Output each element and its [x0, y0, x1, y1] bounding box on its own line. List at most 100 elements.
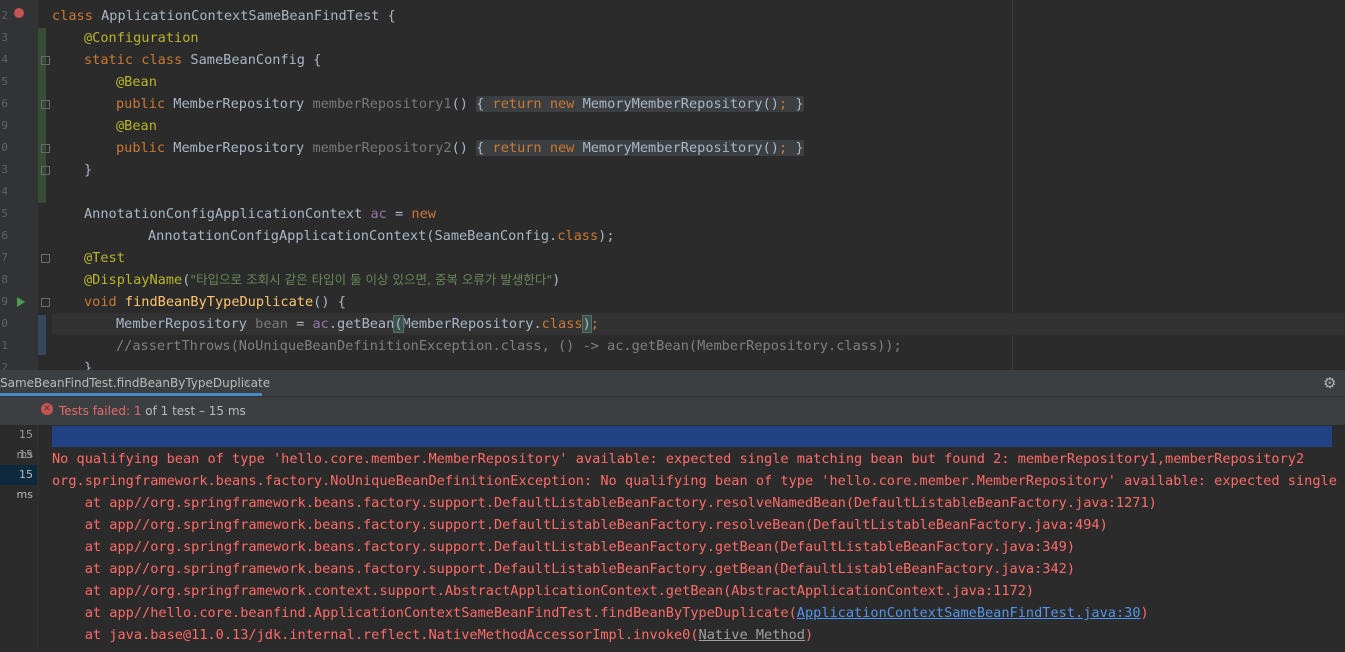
code-line[interactable]: void findBeanByTypeDuplicate() {: [84, 291, 346, 313]
code-text: =: [386, 206, 412, 222]
code-text: .getBean: [328, 316, 395, 332]
method-name: memberRepository1: [312, 96, 452, 112]
console-line: at app//org.springframework.beans.factor…: [52, 495, 1157, 511]
line-number: 3: [1, 31, 8, 44]
keyword: class: [52, 8, 102, 24]
keyword: new: [411, 206, 436, 222]
run-tool-window: SameBeanFindTest.findBeanByTypeDuplicate…: [0, 370, 1345, 652]
line-number: 5: [1, 207, 8, 220]
line-number: 3: [1, 163, 8, 176]
keyword: static: [84, 52, 142, 68]
source-link[interactable]: ApplicationContextSameBeanFindTest.java:…: [797, 605, 1141, 621]
code-line[interactable]: public MemberRepository memberRepository…: [116, 137, 804, 159]
code-line[interactable]: @DisplayName("타입으로 조회시 같은 타입이 둘 이상 있으면, …: [84, 269, 560, 291]
code-line[interactable]: }: [84, 159, 92, 181]
keyword: class: [541, 316, 583, 332]
stack-frame-text: ): [804, 627, 814, 643]
line-number: 9: [1, 295, 8, 308]
code-line[interactable]: @Bean: [116, 71, 157, 93]
vcs-change-marker-modified[interactable]: [38, 315, 46, 355]
stack-frame-text: ): [1140, 605, 1149, 621]
gear-icon[interactable]: ⚙: [1323, 375, 1336, 391]
breakpoint-run-icon[interactable]: [14, 8, 24, 18]
fold-icon[interactable]: [41, 100, 50, 109]
matched-bracket: (: [393, 315, 404, 333]
test-results-tree[interactable]: 15 ms 15 ms 15 ms: [0, 425, 38, 652]
test-tree-row-selected[interactable]: 15 ms: [0, 465, 37, 501]
keyword: new: [549, 140, 583, 156]
console-line: at app//org.springframework.beans.factor…: [52, 561, 1076, 577]
code-line[interactable]: static class SameBeanConfig {: [84, 49, 321, 71]
run-test-icon[interactable]: [17, 297, 25, 307]
line-number: 6: [1, 97, 8, 110]
fold-icon[interactable]: [41, 254, 50, 263]
test-tree-row[interactable]: 15 ms: [0, 425, 37, 461]
console-output[interactable]: No qualifying bean of type 'hello.core.m…: [38, 425, 1345, 652]
code-line[interactable]: public MemberRepository memberRepository…: [116, 93, 804, 115]
keyword: return: [492, 96, 550, 112]
code-line[interactable]: AnnotationConfigApplicationContext(SameB…: [148, 225, 615, 247]
code-text: }: [84, 360, 93, 370]
code-editor[interactable]: 2 3 4 5 6 9 0 3 4 5 6 7 8 9 0 1 2 class …: [0, 0, 1345, 370]
line-number: 0: [1, 141, 8, 154]
method-name: memberRepository2: [312, 140, 452, 156]
console-line: No qualifying bean of type 'hello.core.m…: [52, 451, 1305, 467]
status-summary: of 1 test – 15 ms: [141, 404, 246, 418]
code-text: MemoryMemberRepository(): [582, 96, 779, 112]
code-text: AnnotationConfigApplicationContext(SameB…: [148, 228, 558, 244]
brace: {: [476, 140, 493, 156]
stack-frame-text: at java.base@11.0.13/jdk.internal.reflec…: [52, 627, 699, 643]
keyword: void: [84, 294, 125, 310]
code-text: =: [287, 316, 313, 332]
fold-icon[interactable]: [41, 166, 50, 175]
type-name: AnnotationConfigApplicationContext: [84, 206, 371, 222]
annotation: @Bean: [116, 74, 157, 90]
code-text: (): [451, 96, 468, 112]
line-number: 6: [1, 229, 8, 242]
code-text: (): [451, 140, 468, 156]
semicolon: ;: [778, 96, 788, 112]
stack-frame-text: at app//hello.core.beanfind.ApplicationC…: [52, 605, 797, 621]
keyword: public: [116, 140, 174, 156]
matched-bracket: ): [581, 315, 592, 333]
keyword: class: [141, 52, 191, 68]
test-status-bar: ✕ Tests failed: 1 of 1 test – 15 ms: [0, 397, 1345, 425]
keyword: new: [549, 96, 583, 112]
line-number: 1: [1, 339, 8, 352]
console-line: at app//org.springframework.beans.factor…: [52, 517, 1108, 533]
folded-region[interactable]: { return new MemoryMemberRepository(); }: [476, 96, 804, 112]
line-number: 9: [1, 119, 8, 132]
type-name: MemberRepository: [173, 96, 313, 112]
selected-line-highlight: [52, 426, 1332, 447]
keyword: return: [492, 140, 550, 156]
test-status-text: Tests failed: 1 of 1 test – 15 ms: [59, 397, 246, 425]
code-line[interactable]: @Configuration: [84, 27, 199, 49]
field-name: ac: [370, 206, 387, 222]
brace: }: [787, 96, 804, 112]
code-line[interactable]: AnnotationConfigApplicationContext ac = …: [84, 203, 436, 225]
code-line[interactable]: //assertThrows(NoUniqueBeanDefinitionExc…: [116, 335, 902, 357]
fold-icon[interactable]: [41, 144, 50, 153]
semicolon: ;: [778, 140, 788, 156]
error-icon: ✕: [41, 403, 53, 415]
folded-region[interactable]: { return new MemoryMemberRepository(); }: [476, 140, 804, 156]
line-number: 2: [1, 9, 8, 22]
vcs-change-marker[interactable]: [38, 28, 46, 203]
code-line[interactable]: MemberRepository bean = ac.getBean(Membe…: [116, 313, 599, 335]
console-line: at app//hello.core.beanfind.ApplicationC…: [52, 602, 1149, 624]
annotation: @Test: [84, 250, 125, 266]
fold-icon[interactable]: [41, 56, 50, 65]
code-text: {: [379, 8, 396, 24]
class-name: SameBeanConfig: [190, 52, 305, 68]
native-method-link[interactable]: Native Method: [699, 627, 805, 643]
code-line[interactable]: }: [84, 357, 92, 370]
fold-icon[interactable]: [41, 298, 50, 307]
annotation: @Bean: [116, 118, 157, 134]
brace: {: [476, 96, 493, 112]
code-line[interactable]: @Test: [84, 247, 125, 269]
code-line[interactable]: class ApplicationContextSameBeanFindTest…: [52, 5, 396, 27]
annotation: @DisplayName: [84, 272, 183, 288]
brace: }: [787, 140, 804, 156]
test-tree-row[interactable]: 15 ms: [0, 445, 37, 481]
code-line[interactable]: @Bean: [116, 115, 157, 137]
